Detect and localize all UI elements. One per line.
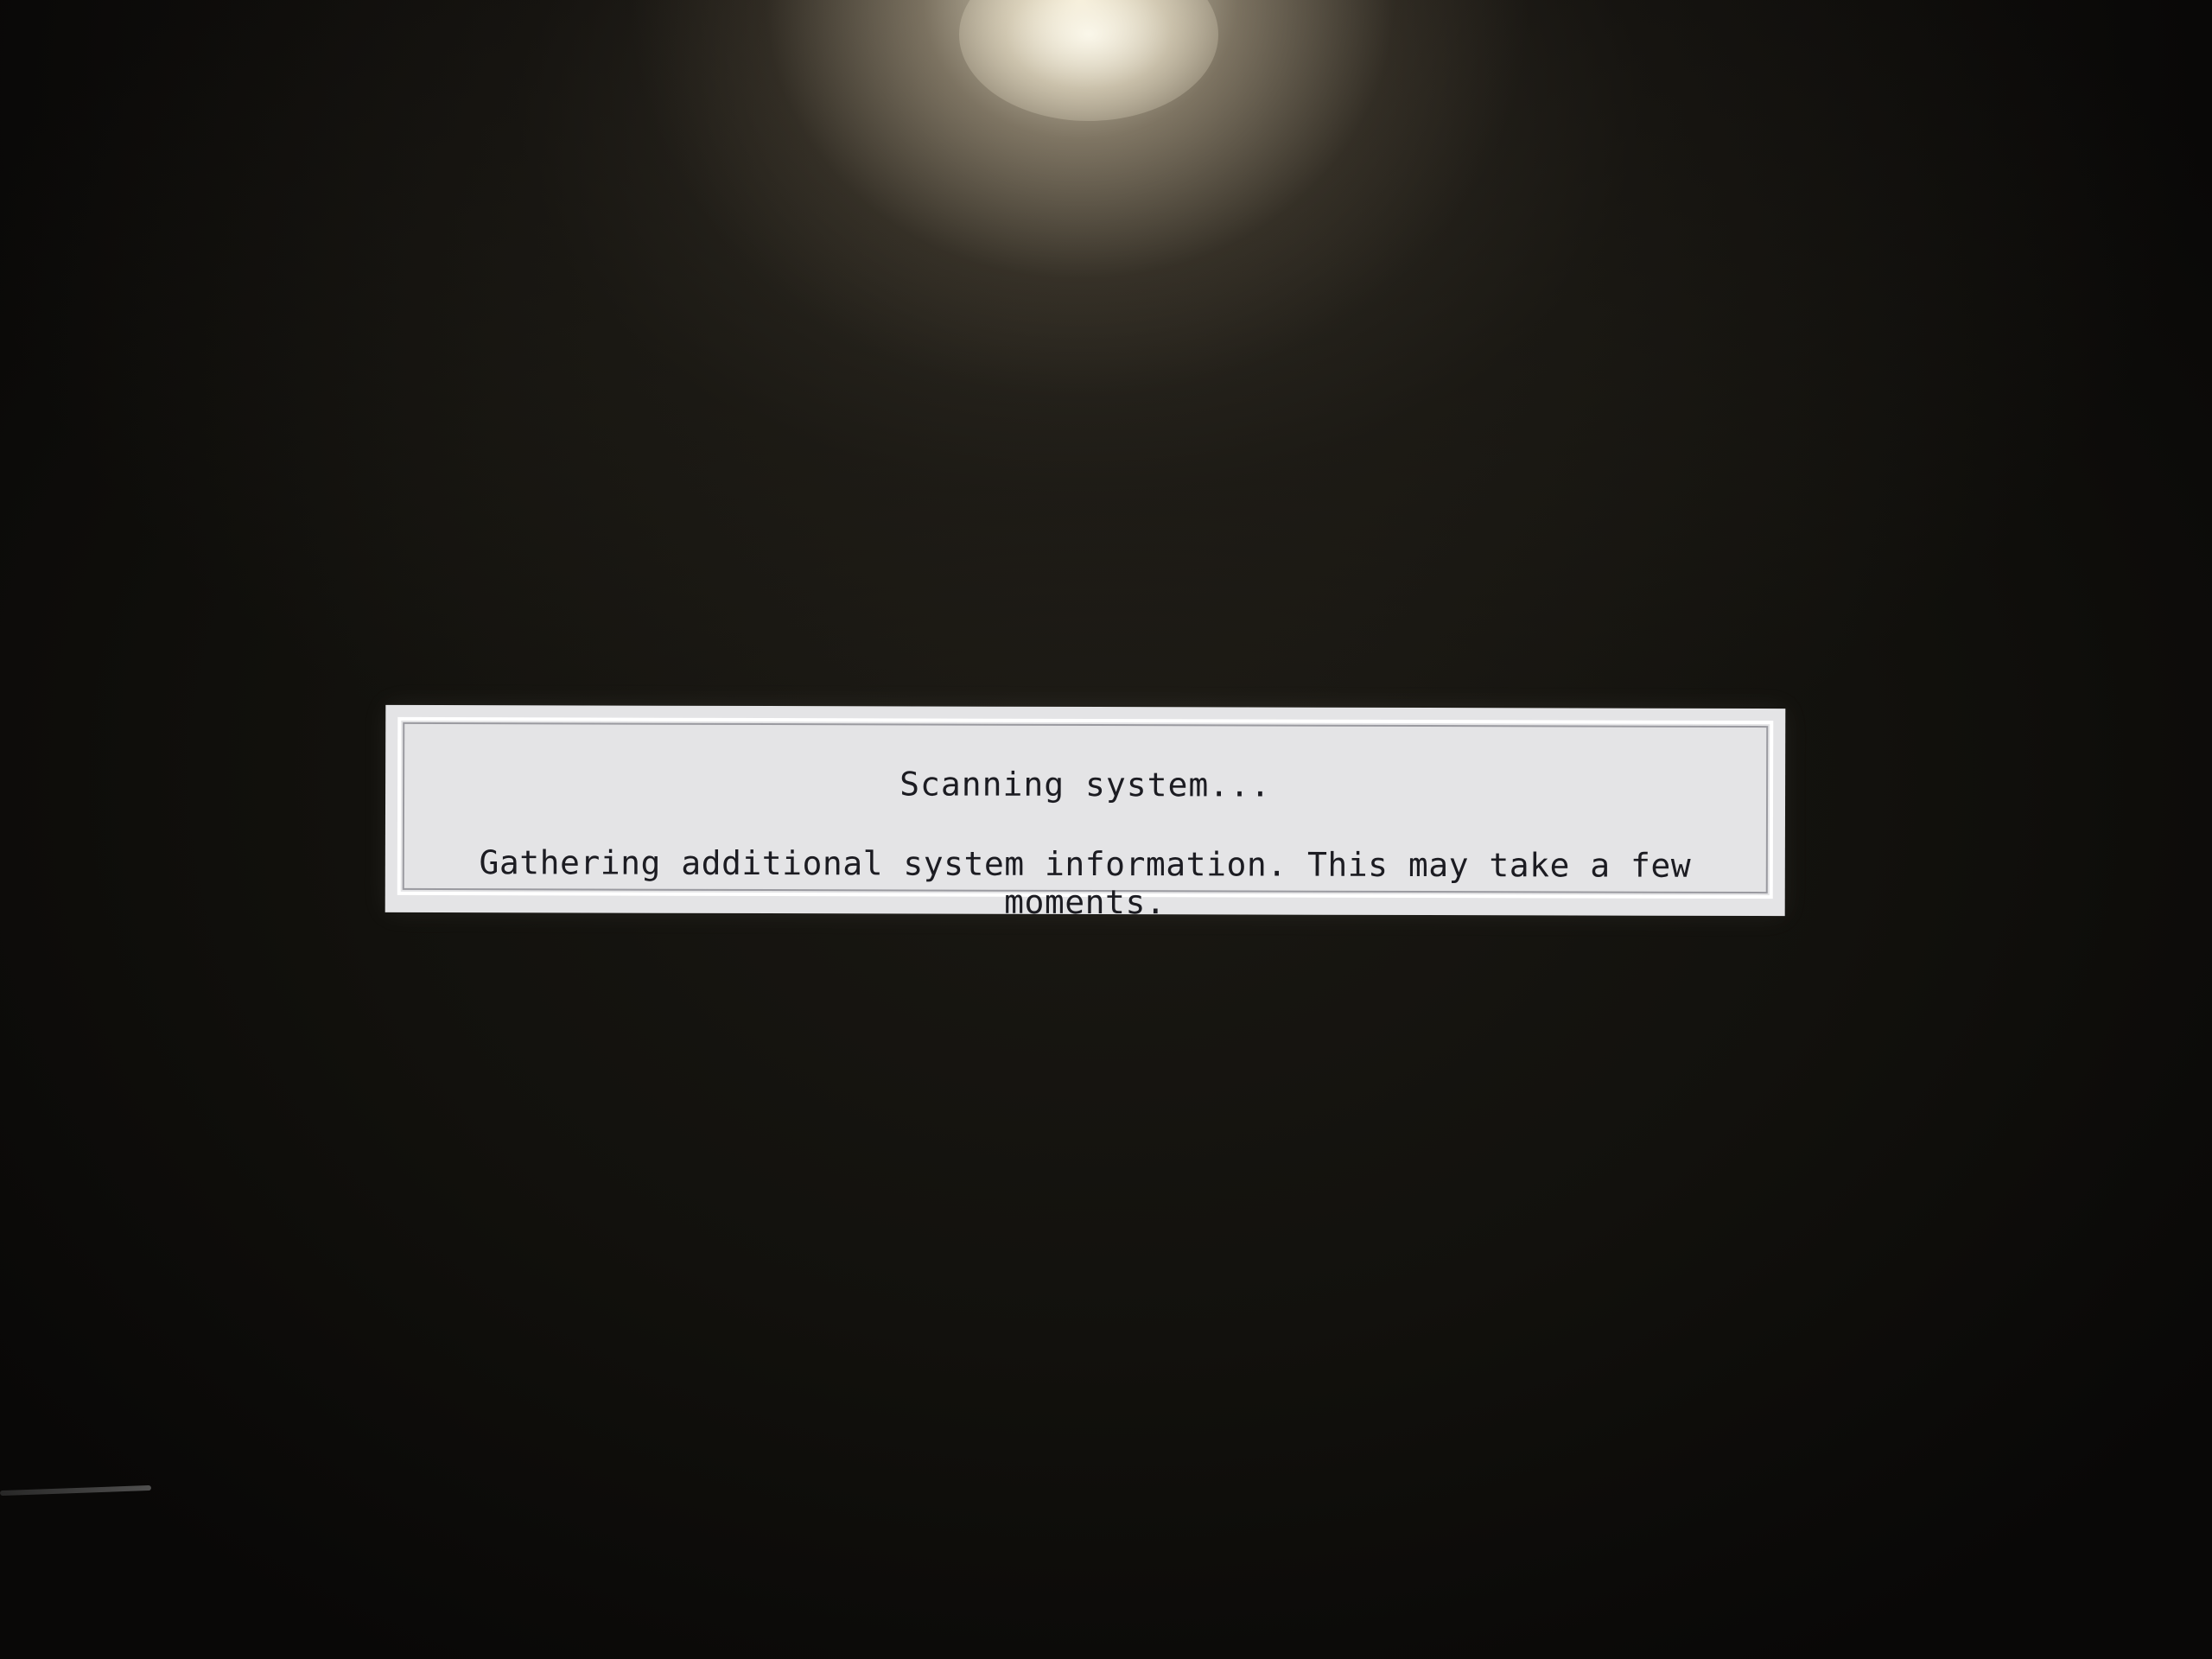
scanning-dialog: Scanning system... Gathering additional … <box>385 704 1786 921</box>
light-glare <box>959 0 1218 121</box>
dialog-title: Scanning system... <box>899 765 1272 804</box>
cable <box>0 1484 152 1497</box>
dialog-frame: Scanning system... Gathering additional … <box>397 716 1774 921</box>
monitor-screen: Scanning system... Gathering additional … <box>0 0 2212 1659</box>
dialog-message: Gathering additional system information.… <box>479 843 1692 922</box>
